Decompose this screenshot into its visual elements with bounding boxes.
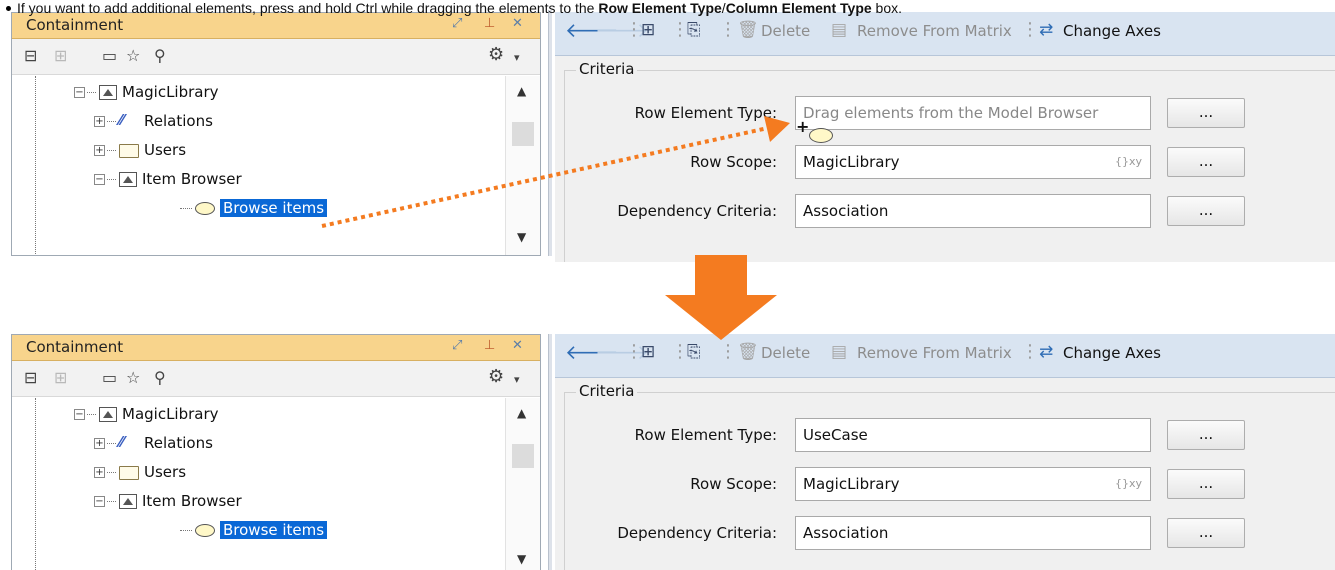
note-col-type: Column Element Type <box>725 0 872 16</box>
drag-cursor-icon: + <box>796 117 810 136</box>
drag-arrow-head <box>764 116 790 142</box>
bullet-icon <box>6 5 11 11</box>
drag-dotted-arrow <box>321 126 769 228</box>
transition-arrow-shaft <box>695 255 747 295</box>
note-suffix: box. <box>871 0 903 16</box>
arrow-overlay <box>321 116 790 340</box>
note-row-type: Row Element Type <box>598 0 722 16</box>
instruction-note: If you want to add additional elements, … <box>6 0 1331 18</box>
note-text: If you want to add additional elements, … <box>17 0 599 16</box>
dragged-use-case-icon <box>809 128 833 143</box>
transition-arrow-head <box>665 295 777 340</box>
